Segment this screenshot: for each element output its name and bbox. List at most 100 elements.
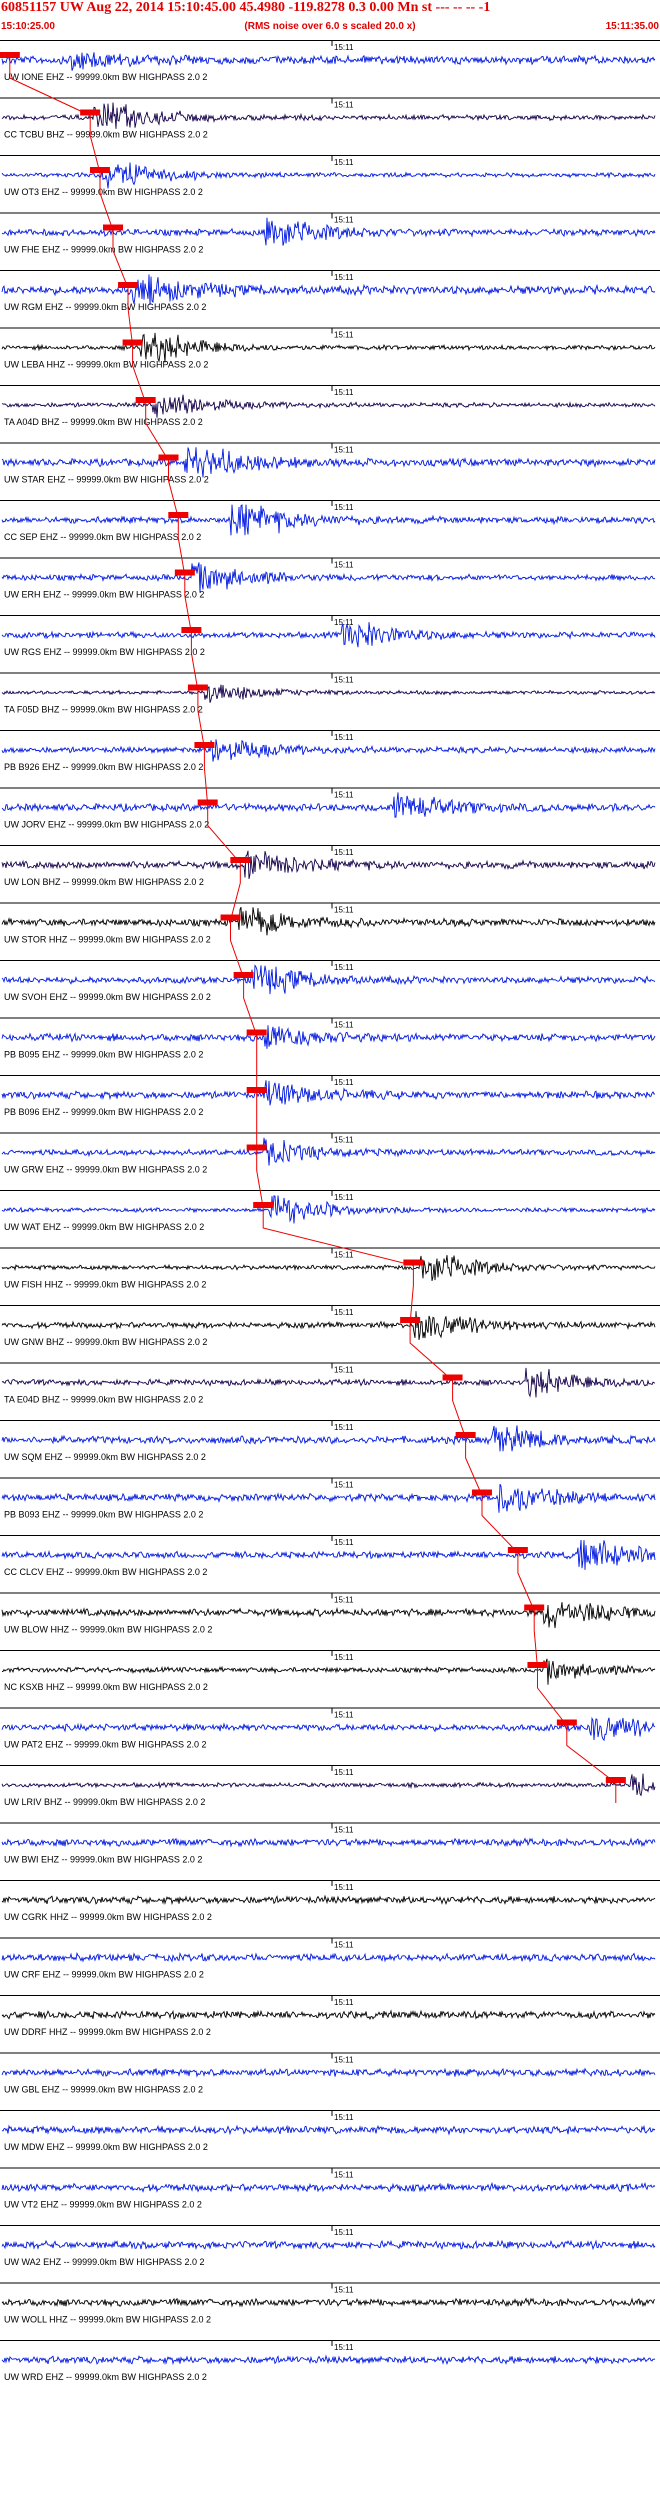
waveform [1, 2067, 656, 2078]
minute-label: 15:11 [334, 1768, 354, 1777]
station-label: UW CRF EHZ -- 99999.0km BW HIGHPASS 2.0 … [4, 1970, 204, 1980]
trace-row: 15:11 NC KSXB HHZ -- 99999.0km BW HIGHPAS… [1, 1651, 656, 1692]
minute-label: 15:11 [334, 216, 354, 225]
trace-row: 15:11 UW CRF EHZ -- 99999.0km BW HIGHPASS… [1, 1938, 656, 1980]
trace-row: 15:11 UW LRIV BHZ -- 99999.0km BW HIGHPAS… [1, 1766, 656, 1807]
pick-marker [556, 1719, 577, 1726]
pick-marker [230, 857, 251, 863]
trace-row: 15:11 PB B096 EHZ -- 99999.0km BW HIGHPAS… [1, 1076, 655, 1117]
minute-label: 15:11 [334, 2286, 354, 2295]
waveform [1, 1658, 656, 1685]
station-label: UW SVOH EHZ -- 99999.0km BW HIGHPASS 2.0… [4, 992, 211, 1002]
trace-row: 15:11 PB B095 EHZ -- 99999.0km BW HIGHPAS… [1, 1018, 656, 1060]
waveform [1, 562, 656, 593]
trace-row: 15:11 UW STAR EHZ -- 99999.0km BW HIGHPAS… [1, 443, 656, 485]
minute-label: 15:11 [334, 1538, 354, 1547]
station-label: UW WAT EHZ -- 99999.0km BW HIGHPASS 2.0 … [4, 1222, 204, 1232]
waveform [1, 1539, 656, 1570]
trace-row: 15:11 UW GNW BHZ -- 99999.0km BW HIGHPASS… [1, 1306, 656, 1347]
moveout-line [9, 58, 617, 1803]
pick-marker [0, 52, 20, 58]
waveform [1, 394, 656, 418]
station-label: UW WRD EHZ -- 99999.0km BW HIGHPASS 2.0 … [4, 2372, 207, 2382]
waveform [1, 1894, 656, 1906]
minute-label: 15:11 [334, 1711, 354, 1720]
waveform [1, 622, 656, 648]
minute-label: 15:11 [334, 43, 354, 52]
station-label: CC CLCV EHZ -- 99999.0km BW HIGHPASS 2.0… [4, 1567, 207, 1577]
trace-row: 15:11 UW SVOH EHZ -- 99999.0km BW HIGHPAS… [1, 961, 656, 1002]
station-label: UW OT3 EHZ -- 99999.0km BW HIGHPASS 2.0 … [4, 187, 203, 197]
waveform [1, 1195, 656, 1224]
waveform [1, 1483, 656, 1513]
waveform [1, 217, 656, 246]
trace-row: 15:11 UW RGS EHZ -- 99999.0km BW HIGHPASS… [1, 616, 656, 657]
trace-row: 15:11 UW BLOW HHZ -- 99999.0km BW HIGHPAS… [1, 1593, 656, 1635]
station-label: UW GRW EHZ -- 99999.0km BW HIGHPASS 2.0 … [4, 1165, 207, 1175]
station-label: UW FISH HHZ -- 99999.0km BW HIGHPASS 2.0… [4, 1280, 206, 1290]
waveform [1, 2354, 656, 2366]
minute-label: 15:11 [334, 1251, 354, 1260]
trace-row: 15:11 UW PAT2 EHZ -- 99999.0km BW HIGHPAS… [1, 1708, 656, 1750]
minute-label: 15:11 [334, 1366, 354, 1375]
minute-label: 15:11 [334, 388, 354, 397]
trace-row: 15:11 PB B093 EHZ -- 99999.0km BW HIGHPAS… [1, 1478, 656, 1520]
waveform [1, 1255, 656, 1282]
trace-row: 15:11 UW FISH HHZ -- 99999.0km BW HIGHPAS… [1, 1248, 656, 1290]
trace-row: 15:11 UW MDW EHZ -- 99999.0km BW HIGHPASS… [1, 2111, 656, 2152]
trace-row: 15:11 UW ERH EHZ -- 99999.0km BW HIGHPASS… [1, 558, 656, 600]
minute-label: 15:11 [334, 2228, 354, 2237]
station-label: TA A04D BHZ -- 99999.0km BW HIGHPASS 2.0… [4, 417, 203, 427]
trace-row: 15:11 UW BWI EHZ -- 99999.0km BW HIGHPASS… [1, 1823, 656, 1865]
minute-label: 15:11 [334, 848, 354, 857]
minute-label: 15:11 [334, 618, 354, 627]
minute-label: 15:11 [334, 1423, 354, 1432]
station-label: TA E04D BHZ -- 99999.0km BW HIGHPASS 2.0… [4, 1395, 203, 1405]
station-label: UW JORV EHZ -- 99999.0km BW HIGHPASS 2.0… [4, 820, 209, 830]
station-label: PB B095 EHZ -- 99999.0km BW HIGHPASS 2.0… [4, 1050, 203, 1060]
waveform [1, 1367, 656, 1398]
trace-row: 15:11 UW VT2 EHZ -- 99999.0km BW HIGHPASS… [1, 2168, 656, 2210]
trace-row: 15:11 UW LON BHZ -- 99999.0km BW HIGHPASS… [1, 846, 656, 887]
waveform [1, 1425, 656, 1452]
trace-row: 15:11 UW GBL EHZ -- 99999.0km BW HIGHPASS… [1, 2053, 656, 2095]
trace-row: 15:11 UW GRW EHZ -- 99999.0km BW HIGHPASS… [1, 1133, 656, 1175]
waveform [1, 907, 656, 936]
minute-label: 15:11 [334, 963, 354, 972]
station-label: UW RGS EHZ -- 99999.0km BW HIGHPASS 2.0 … [4, 647, 205, 657]
minute-label: 15:11 [334, 791, 354, 800]
waveform [1, 792, 656, 818]
station-label: CC SEP EHZ -- 99999.0km BW HIGHPASS 2.0 … [4, 532, 201, 542]
minute-label: 15:11 [334, 676, 354, 685]
minute-label: 15:11 [334, 1136, 354, 1145]
minute-label: 15:11 [334, 158, 354, 167]
waveform [1, 2181, 656, 2193]
minute-label: 15:11 [334, 1021, 354, 1030]
station-label: UW ERH EHZ -- 99999.0km BW HIGHPASS 2.0 … [4, 590, 204, 600]
minute-label: 15:11 [334, 2343, 354, 2352]
station-label: NC KSXB HHZ -- 99999.0km BW HIGHPASS 2.0… [4, 1682, 208, 1692]
minute-label: 15:11 [334, 1078, 354, 1087]
trace-row: 15:11 CC SEP EHZ -- 99999.0km BW HIGHPASS… [1, 501, 656, 542]
station-label: PB B926 EHZ -- 99999.0km BW HIGHPASS 2.0… [4, 762, 203, 772]
minute-label: 15:11 [334, 1941, 354, 1950]
minute-label: 15:11 [334, 1308, 354, 1317]
waveform [1, 2239, 656, 2251]
trace-row: 15:11 PB B926 EHZ -- 99999.0km BW HIGHPAS… [1, 731, 656, 772]
station-label: UW GNW BHZ -- 99999.0km BW HIGHPASS 2.0 … [4, 1337, 207, 1347]
minute-label: 15:11 [334, 2056, 354, 2065]
minute-label: 15:11 [334, 1481, 354, 1490]
station-label: UW LRIV BHZ -- 99999.0km BW HIGHPASS 2.0… [4, 1797, 205, 1807]
trace-row: 15:11 UW SQM EHZ -- 99999.0km BW HIGHPASS… [1, 1421, 656, 1462]
station-label: UW LEBA HHZ -- 99999.0km BW HIGHPASS 2.0… [4, 360, 208, 370]
pick-marker [403, 1259, 424, 1266]
trace-row: 15:11 UW RGM EHZ -- 99999.0km BW HIGHPASS… [1, 271, 656, 312]
minute-label: 15:11 [334, 331, 354, 340]
trace-row: 15:11 UW WAT EHZ -- 99999.0km BW HIGHPASS… [1, 1191, 656, 1232]
station-label: UW LON BHZ -- 99999.0km BW HIGHPASS 2.0 … [4, 877, 204, 887]
minute-label: 15:11 [334, 273, 354, 282]
station-label: PB B093 EHZ -- 99999.0km BW HIGHPASS 2.0… [4, 1510, 203, 1520]
minute-label: 15:11 [334, 1998, 354, 2007]
station-label: UW IONE EHZ -- 99999.0km BW HIGHPASS 2.0… [4, 72, 207, 82]
trace-row: 15:11 UW WA2 EHZ -- 99999.0km BW HIGHPASS… [1, 2226, 656, 2267]
